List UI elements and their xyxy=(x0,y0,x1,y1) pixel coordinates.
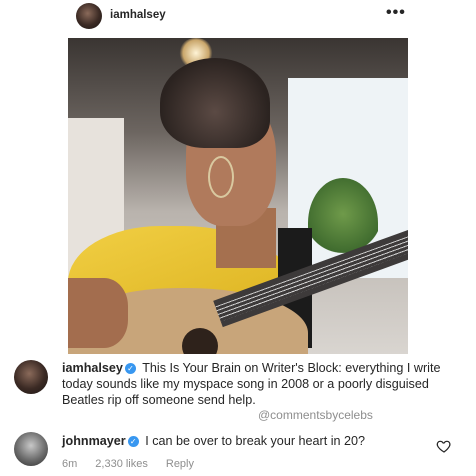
watermark: @commentsbycelebs xyxy=(258,408,373,422)
comment-text-block: johnmayer ✓ I can be over to break your h… xyxy=(62,434,365,448)
photo-arm xyxy=(68,278,128,348)
comment-meta: 6m 2,330 likes Reply xyxy=(62,458,212,470)
photo-hair xyxy=(160,58,270,148)
heart-icon[interactable] xyxy=(436,438,452,454)
post-photo[interactable] xyxy=(68,38,408,354)
commenter-avatar[interactable] xyxy=(14,432,48,466)
comment-time: 6m xyxy=(62,458,78,470)
reply-button[interactable]: Reply xyxy=(166,458,194,470)
comment: johnmayer ✓ I can be over to break your h… xyxy=(14,432,476,476)
verified-badge-icon: ✓ xyxy=(124,363,136,374)
comment-likes[interactable]: 2,330 likes xyxy=(95,458,148,470)
commenter-username[interactable]: johnmayer xyxy=(62,434,126,448)
verified-badge-icon: ✓ xyxy=(127,436,139,447)
more-options-icon[interactable]: ••• xyxy=(386,4,406,22)
post-header: iamhalsey ••• xyxy=(0,0,476,36)
caption-text-block: iamhalsey ✓ This Is Your Brain on Writer'… xyxy=(62,360,442,408)
photo-earring xyxy=(208,156,234,198)
caption-username[interactable]: iamhalsey xyxy=(62,361,123,375)
author-username[interactable]: iamhalsey xyxy=(110,9,166,21)
comment-body: I can be over to break your heart in 20? xyxy=(145,434,366,448)
author-avatar[interactable] xyxy=(76,3,102,29)
caption-author-avatar[interactable] xyxy=(14,360,48,394)
